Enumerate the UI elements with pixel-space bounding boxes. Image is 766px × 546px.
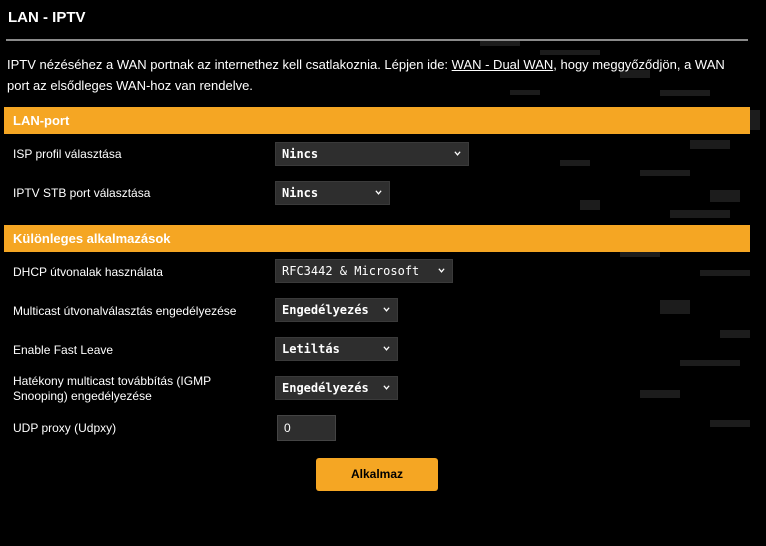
isp-profile-select[interactable]: Nincs	[275, 142, 469, 166]
chevron-down-icon	[454, 151, 461, 156]
chevron-down-icon	[383, 307, 390, 312]
chevron-down-icon	[383, 385, 390, 390]
iptv-page: LAN - IPTV IPTV nézéséhez a WAN portnak …	[0, 0, 766, 546]
stb-port-select[interactable]: Nincs	[275, 181, 390, 205]
wan-dual-wan-link[interactable]: WAN - Dual WAN	[452, 57, 554, 72]
title-divider	[6, 39, 748, 41]
isp-profile-label: ISP profil választása	[13, 147, 122, 161]
description-text-before: IPTV nézéséhez a WAN portnak az internet…	[7, 57, 452, 72]
section-header-special-apps: Különleges alkalmazások	[4, 225, 750, 252]
stb-port-label: IPTV STB port választása	[13, 186, 151, 200]
dhcp-routes-select[interactable]: RFC3442 & Microsoft	[275, 259, 453, 283]
chevron-down-icon	[438, 268, 445, 273]
apply-button[interactable]: Alkalmaz	[316, 458, 438, 491]
multicast-routing-label: Multicast útvonalválasztás engedélyezése	[13, 304, 237, 318]
udp-proxy-input[interactable]: 0	[277, 415, 336, 441]
chevron-down-icon	[383, 346, 390, 351]
udp-proxy-label: UDP proxy (Udpxy)	[13, 421, 117, 435]
fast-leave-label: Enable Fast Leave	[13, 343, 114, 357]
page-title: LAN - IPTV	[8, 9, 86, 26]
igmp-snooping-value: Engedélyezés	[282, 381, 369, 395]
section-header-lan-port: LAN-port	[4, 107, 750, 134]
dhcp-routes-label: DHCP útvonalak használata	[13, 265, 163, 279]
chevron-down-icon	[375, 190, 382, 195]
fast-leave-value: Letiltás	[282, 342, 340, 356]
fast-leave-select[interactable]: Letiltás	[275, 337, 398, 361]
isp-profile-value: Nincs	[282, 147, 319, 161]
igmp-snooping-label: Hatékony multicast továbbítás (IGMP Snoo…	[13, 374, 211, 403]
dhcp-routes-value: RFC3442 & Microsoft	[282, 264, 420, 278]
multicast-routing-select[interactable]: Engedélyezés	[275, 298, 398, 322]
multicast-routing-value: Engedélyezés	[282, 303, 369, 317]
page-description: IPTV nézéséhez a WAN portnak az internet…	[7, 54, 745, 96]
stb-port-value: Nincs	[282, 186, 319, 200]
igmp-snooping-select[interactable]: Engedélyezés	[275, 376, 398, 400]
